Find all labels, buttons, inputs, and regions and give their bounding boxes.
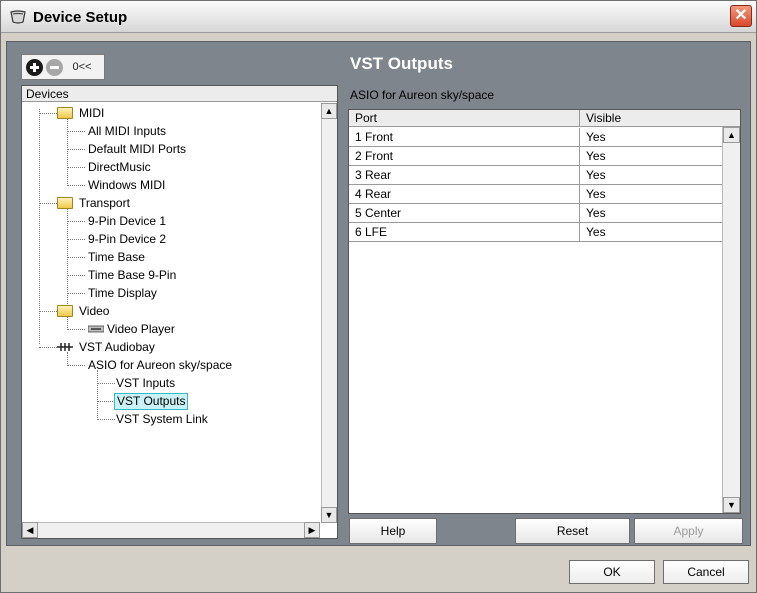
tree-item-time-base[interactable]: Time Base (88, 248, 145, 266)
add-device-button[interactable] (26, 59, 43, 76)
tree-line (97, 401, 115, 402)
tree-item-asio-aureon[interactable]: ASIO for Aureon sky/space (88, 356, 232, 374)
selected-item-label: VST Outputs (114, 393, 189, 410)
reset-button[interactable]: Reset (515, 518, 630, 544)
tree-item-windows-midi[interactable]: Windows MIDI (88, 176, 165, 194)
tree-item-time-display[interactable]: Time Display (88, 284, 157, 302)
port-cell: 3 Rear (349, 166, 580, 185)
port-cell: 6 LFE (349, 223, 580, 242)
tree-line (67, 365, 85, 366)
scroll-right-icon[interactable]: ▶ (304, 522, 320, 538)
folder-icon (57, 107, 73, 119)
tree-line (67, 293, 85, 294)
port-cell: 4 Rear (349, 185, 580, 204)
tree-line (39, 203, 57, 204)
folder-icon (57, 197, 73, 209)
table-row[interactable]: 3 Rear Yes (349, 166, 722, 185)
column-header-visible[interactable]: Visible (580, 110, 740, 127)
ports-vertical-scrollbar[interactable]: ▲ ▼ (722, 127, 740, 513)
tree-item-9-pin-device-1[interactable]: 9-Pin Device 1 (88, 212, 166, 230)
tree-node-label: MIDI (79, 106, 105, 120)
device-setup-icon (10, 10, 26, 24)
visible-cell[interactable]: Yes (580, 204, 722, 223)
close-button[interactable]: ✕ (730, 5, 752, 27)
title-bar[interactable]: Device Setup ✕ (1, 1, 756, 33)
ports-table: Port Visible 1 Front Yes 2 Front Yes 3 R… (348, 109, 741, 514)
table-row[interactable]: 1 Front Yes (349, 128, 722, 147)
devices-tree-panel: Devices MIDI All MIDI Inputs Default MID… (21, 85, 338, 539)
devices-tree: MIDI All MIDI Inputs Default MIDI Ports … (22, 104, 320, 522)
scroll-down-icon[interactable]: ▼ (321, 507, 337, 523)
tree-line (97, 370, 98, 418)
tree-node-label: Transport (79, 196, 130, 210)
window-title: Device Setup (33, 9, 128, 26)
tree-node-label: Video (79, 304, 110, 318)
scroll-down-icon[interactable]: ▼ (723, 497, 740, 513)
tree-node-label: VST Audiobay (79, 340, 155, 354)
visible-cell[interactable]: Yes (580, 185, 722, 204)
apply-button[interactable]: Apply (634, 518, 743, 544)
port-cell: 1 Front (349, 128, 580, 147)
tree-item-9-pin-device-2[interactable]: 9-Pin Device 2 (88, 230, 166, 248)
visible-cell[interactable]: Yes (580, 223, 722, 242)
device-setup-body: 0<< Devices MIDI All MIDI Inputs Default… (6, 41, 751, 546)
tree-line (39, 113, 57, 114)
close-icon: ✕ (734, 7, 748, 24)
scroll-up-icon[interactable]: ▲ (321, 103, 337, 119)
table-row[interactable]: 4 Rear Yes (349, 185, 722, 204)
tree-item-directmusic[interactable]: DirectMusic (88, 158, 151, 176)
devices-horizontal-scrollbar[interactable]: ◀ ▶ (22, 522, 320, 538)
audiobay-icon (57, 343, 73, 351)
table-row[interactable]: 6 LFE Yes (349, 223, 722, 242)
help-button[interactable]: Help (349, 518, 437, 544)
tree-line (67, 316, 68, 328)
port-cell: 2 Front (349, 147, 580, 166)
reset-devices-button[interactable]: 0<< (68, 58, 96, 77)
tree-line (67, 149, 85, 150)
table-row[interactable]: 2 Front Yes (349, 147, 722, 166)
column-header-port[interactable]: Port (349, 110, 580, 127)
port-cell: 5 Center (349, 204, 580, 223)
panel-title: VST Outputs (350, 54, 453, 73)
tree-line (39, 347, 57, 348)
visible-cell[interactable]: Yes (580, 128, 722, 147)
device-setup-window: Device Setup ✕ 0<< Devices MIDI All MIDI… (0, 0, 757, 593)
tree-item-vst-system-link[interactable]: VST System Link (116, 410, 208, 428)
tree-item-vst-outputs[interactable]: VST Outputs (114, 392, 189, 410)
scroll-left-icon[interactable]: ◀ (22, 522, 38, 538)
cancel-button[interactable]: Cancel (663, 560, 749, 584)
table-row[interactable]: 5 Center Yes (349, 204, 722, 223)
panel-subtitle: ASIO for Aureon sky/space (350, 88, 495, 102)
devices-vertical-scrollbar[interactable]: ▲ ▼ (321, 103, 337, 523)
tree-line (39, 311, 57, 312)
tree-line (67, 131, 85, 132)
visible-cell[interactable]: Yes (580, 166, 722, 185)
tree-line (67, 329, 85, 330)
ok-button[interactable]: OK (569, 560, 655, 584)
tree-item-vst-inputs[interactable]: VST Inputs (116, 374, 175, 392)
tree-line (67, 239, 85, 240)
devices-header: Devices (22, 86, 337, 102)
tree-line (67, 167, 85, 168)
tree-line (67, 208, 68, 310)
remove-device-button[interactable] (46, 59, 63, 76)
tree-line (39, 109, 40, 344)
tree-node-label: Video Player (107, 322, 175, 336)
tree-line (67, 221, 85, 222)
tree-line (67, 352, 68, 364)
video-player-icon (88, 325, 104, 333)
tree-item-default-midi-ports[interactable]: Default MIDI Ports (88, 140, 186, 158)
tree-line (67, 185, 85, 186)
tree-item-all-midi-inputs[interactable]: All MIDI Inputs (88, 122, 166, 140)
tree-item-time-base-9-pin[interactable]: Time Base 9-Pin (88, 266, 176, 284)
tree-line (97, 383, 115, 384)
scroll-up-icon[interactable]: ▲ (723, 127, 740, 143)
folder-icon (57, 305, 73, 317)
device-toolbar: 0<< (21, 54, 105, 80)
tree-line (67, 118, 68, 184)
tree-line (67, 257, 85, 258)
visible-cell[interactable]: Yes (580, 147, 722, 166)
tree-line (67, 275, 85, 276)
tree-line (97, 419, 115, 420)
